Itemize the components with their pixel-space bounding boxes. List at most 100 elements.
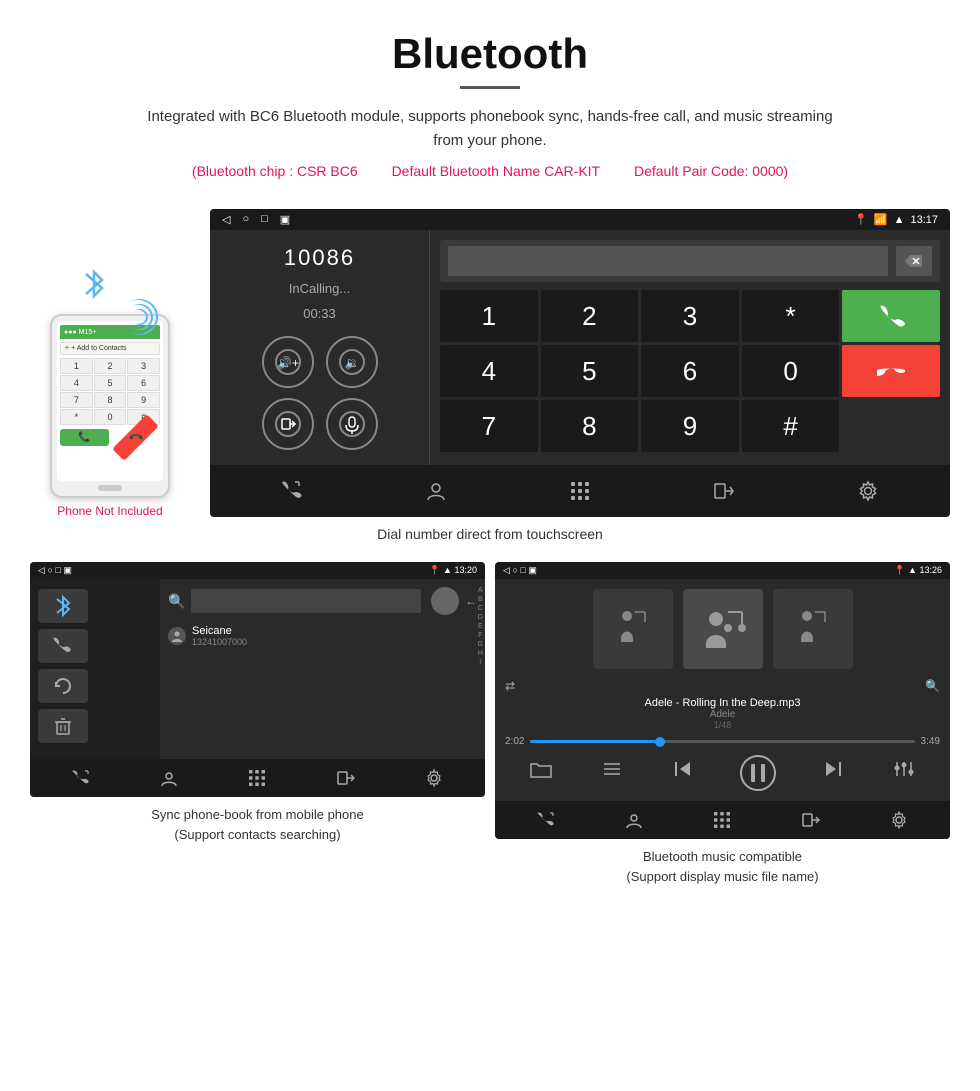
pb-back-arrow[interactable]: ← — [465, 594, 477, 608]
pb-bottom-contacts[interactable] — [157, 766, 181, 790]
clock: 13:17 — [910, 214, 938, 226]
dial-key-0[interactable]: 0 — [742, 345, 840, 397]
volume-down-button[interactable]: 🔉 — [326, 336, 378, 388]
dial-input-field[interactable] — [448, 246, 888, 276]
phone-key-star[interactable]: * — [60, 409, 93, 425]
car-status-left: ◁ ○ □ ▣ — [222, 213, 290, 226]
dial-call-green[interactable] — [842, 290, 940, 342]
music-bottom-transfer[interactable] — [799, 808, 823, 832]
pb-phone-icon[interactable] — [38, 629, 88, 663]
bottom-phone-icon[interactable] — [276, 475, 308, 507]
phone-key-3[interactable]: 3 — [127, 358, 160, 374]
car-main-content: 10086 InCalling... 00:33 🔊+ 🔉 — [210, 230, 950, 465]
pb-bottom-transfer[interactable] — [334, 766, 358, 790]
pb-search-bar: 🔍 ← — [168, 587, 477, 615]
phone-home-button[interactable] — [98, 485, 122, 491]
album-art-center — [683, 589, 763, 669]
nav-back[interactable]: ◁ — [222, 213, 230, 226]
phone-key-6[interactable]: 6 — [127, 375, 160, 391]
dial-key-6[interactable]: 6 — [641, 345, 739, 397]
pb-indicator — [431, 587, 459, 615]
pb-delete-icon[interactable] — [38, 709, 88, 743]
phone-key-1[interactable]: 1 — [60, 358, 93, 374]
spec-name: Default Bluetooth Name CAR-KIT — [392, 163, 601, 179]
phone-key-7[interactable]: 7 — [60, 392, 93, 408]
phone-call-green[interactable]: 📞 — [60, 429, 109, 446]
pb-bottom-dialpad[interactable] — [245, 766, 269, 790]
pb-bluetooth-icon[interactable] — [38, 589, 88, 623]
dial-key-8[interactable]: 8 — [541, 400, 639, 452]
phonebook-item: ◁ ○ □ ▣ 📍 ▲ 13:20 — [30, 562, 485, 886]
contact-name: Seicane — [192, 625, 247, 637]
music-bottom-contacts[interactable] — [622, 808, 646, 832]
bottom-transfer-icon[interactable] — [708, 475, 740, 507]
pb-search-input[interactable] — [191, 589, 421, 613]
title-underline — [460, 86, 520, 89]
dial-key-hash[interactable]: # — [742, 400, 840, 452]
call-timer: 00:33 — [303, 306, 336, 321]
microphone-button[interactable] — [326, 398, 378, 450]
music-bottom-phone[interactable] — [534, 808, 558, 832]
music-next-icon[interactable] — [819, 755, 847, 783]
phone-illustration: ●●● M15+ + + Add to Contacts 1 2 3 4 5 6… — [30, 209, 190, 518]
music-caption: Bluetooth music compatible (Support disp… — [495, 839, 950, 886]
phone-key-0[interactable]: 0 — [94, 409, 127, 425]
phone-key-2[interactable]: 2 — [94, 358, 127, 374]
pb-bottom-settings[interactable] — [422, 766, 446, 790]
dial-call-red[interactable] — [842, 345, 940, 397]
dial-delete-button[interactable] — [896, 246, 932, 276]
dial-key-star[interactable]: * — [742, 290, 840, 342]
dial-key-9[interactable]: 9 — [641, 400, 739, 452]
bottom-settings-icon[interactable] — [852, 475, 884, 507]
volume-up-button[interactable]: 🔊+ — [262, 336, 314, 388]
pb-nav-menu[interactable]: ▣ — [63, 565, 72, 575]
spec-chip: (Bluetooth chip : CSR BC6 — [192, 163, 358, 179]
music-nav-home[interactable]: ○ — [512, 565, 517, 575]
pb-nav-back[interactable]: ◁ — [38, 565, 45, 575]
phone-add-contact: + + Add to Contacts — [60, 342, 160, 355]
progress-fill — [530, 740, 664, 743]
music-play-icon[interactable] — [740, 755, 776, 791]
dial-key-7[interactable]: 7 — [440, 400, 538, 452]
music-nav-menu[interactable]: ▣ — [528, 565, 537, 575]
pb-nav-home[interactable]: ○ — [47, 565, 52, 575]
transfer-button[interactable] — [262, 398, 314, 450]
progress-bar[interactable] — [530, 740, 914, 743]
phone-key-5[interactable]: 5 — [94, 375, 127, 391]
nav-home[interactable]: ○ — [242, 213, 249, 226]
music-nav-recents[interactable]: □ — [520, 565, 525, 575]
dial-key-3[interactable]: 3 — [641, 290, 739, 342]
nav-recents[interactable]: □ — [261, 213, 268, 226]
dial-input-row — [440, 240, 940, 282]
pb-refresh-icon[interactable] — [38, 669, 88, 703]
pb-nav-icons: ◁ ○ □ ▣ — [38, 565, 72, 576]
pb-nav-recents[interactable]: □ — [55, 565, 60, 575]
phone-key-4[interactable]: 4 — [60, 375, 93, 391]
dial-key-4[interactable]: 4 — [440, 345, 538, 397]
music-bottom-settings[interactable] — [887, 808, 911, 832]
music-bottom-dialpad[interactable] — [710, 808, 734, 832]
pb-bottom-phone[interactable] — [69, 766, 93, 790]
bottom-contacts-icon[interactable] — [420, 475, 452, 507]
music-list-icon[interactable] — [598, 755, 626, 783]
music-prev-icon[interactable] — [669, 755, 697, 783]
bottom-dialpad-icon[interactable] — [564, 475, 596, 507]
music-item: ◁ ○ □ ▣ 📍 ▲ 13:26 — [495, 562, 950, 886]
dial-key-5[interactable]: 5 — [541, 345, 639, 397]
phone-key-8[interactable]: 8 — [94, 392, 127, 408]
music-search-icon[interactable]: 🔍 — [925, 679, 940, 693]
phone-key-9[interactable]: 9 — [127, 392, 160, 408]
car-screen-main: ◁ ○ □ ▣ 📍 📶 ▲ 13:17 10086 InCalling... 0… — [210, 209, 950, 517]
phone-not-included-label: Phone Not Included — [57, 504, 162, 518]
music-folder-icon[interactable] — [527, 755, 555, 783]
dial-key-2[interactable]: 2 — [541, 290, 639, 342]
music-nav-back[interactable]: ◁ — [503, 565, 510, 575]
shuffle-icon[interactable]: ⇄ — [505, 679, 515, 693]
pb-contact-item[interactable]: Seicane 13241007000 — [168, 621, 477, 651]
call-number: 10086 — [284, 245, 355, 271]
dial-key-1[interactable]: 1 — [440, 290, 538, 342]
music-status-bar: ◁ ○ □ ▣ 📍 ▲ 13:26 — [495, 562, 950, 579]
car-status-right: 📍 📶 ▲ 13:17 — [854, 213, 938, 226]
nav-menu[interactable]: ▣ — [280, 213, 290, 226]
music-eq-icon[interactable] — [890, 755, 918, 783]
